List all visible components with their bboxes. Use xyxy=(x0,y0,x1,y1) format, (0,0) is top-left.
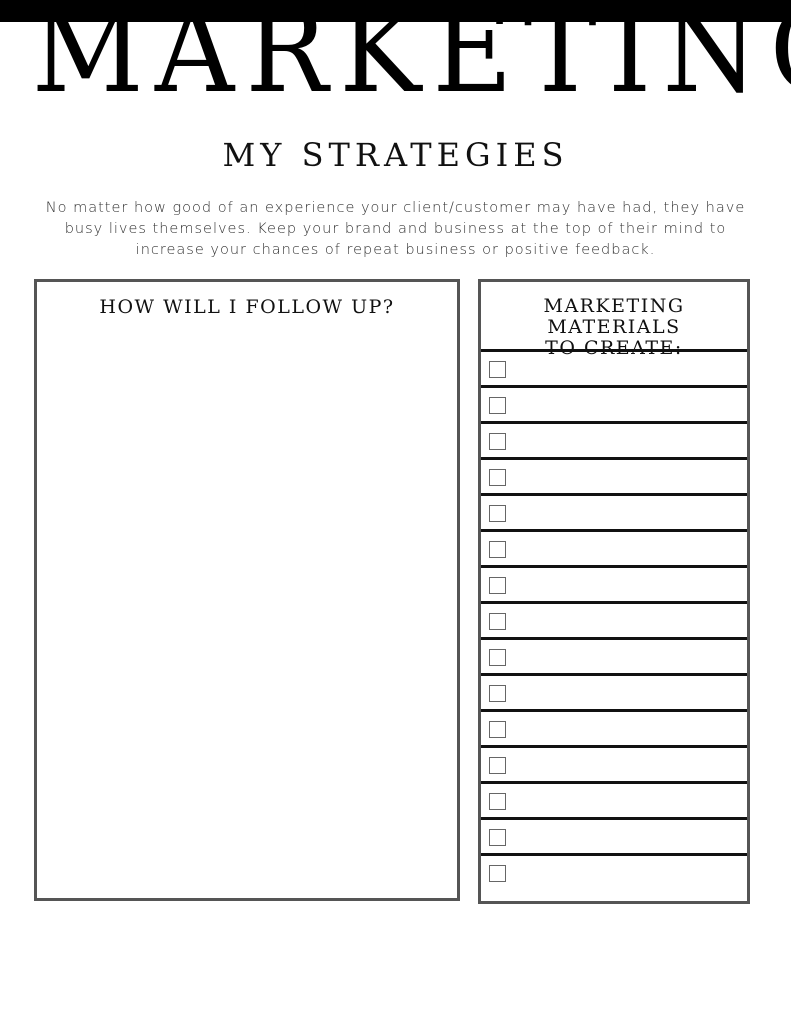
page-title: MARKETING xyxy=(0,0,791,110)
checklist-row[interactable] xyxy=(481,820,747,856)
checkbox[interactable] xyxy=(489,649,506,666)
checkbox[interactable] xyxy=(489,469,506,486)
checkbox[interactable] xyxy=(489,757,506,774)
checklist-row[interactable] xyxy=(481,676,747,712)
page-title-text: MARKETING xyxy=(31,0,791,110)
materials-checklist: MARKETING MATERIALS TO CREATE: xyxy=(478,279,750,904)
checklist-row[interactable] xyxy=(481,568,747,604)
checkbox[interactable] xyxy=(489,361,506,378)
checklist-row[interactable] xyxy=(481,784,747,820)
checklist-row[interactable] xyxy=(481,388,747,424)
checkbox[interactable] xyxy=(489,505,506,522)
page-subtitle: MY STRATEGIES xyxy=(222,136,569,174)
checkbox[interactable] xyxy=(489,829,506,846)
checkbox[interactable] xyxy=(489,541,506,558)
checklist-row[interactable] xyxy=(481,604,747,640)
followup-title: HOW WILL I FOLLOW UP? xyxy=(99,296,395,318)
checkbox[interactable] xyxy=(489,577,506,594)
checkbox[interactable] xyxy=(489,865,506,882)
intro-paragraph: No matter how good of an experience your… xyxy=(45,200,746,258)
checkbox[interactable] xyxy=(489,685,506,702)
checklist-row[interactable] xyxy=(481,460,747,496)
checklist-row[interactable] xyxy=(481,856,747,892)
checkbox[interactable] xyxy=(489,397,506,414)
materials-header: MARKETING MATERIALS TO CREATE: xyxy=(481,282,747,359)
followup-notes-box[interactable]: HOW WILL I FOLLOW UP? xyxy=(34,279,460,901)
checkbox[interactable] xyxy=(489,721,506,738)
materials-title-line1: MARKETING MATERIALS xyxy=(543,295,685,338)
checklist-row[interactable] xyxy=(481,424,747,460)
checklist-row[interactable] xyxy=(481,640,747,676)
checkbox[interactable] xyxy=(489,613,506,630)
checklist-row[interactable] xyxy=(481,748,747,784)
checklist-row[interactable] xyxy=(481,352,747,388)
checklist-row[interactable] xyxy=(481,496,747,532)
checkbox[interactable] xyxy=(489,793,506,810)
checklist-row[interactable] xyxy=(481,532,747,568)
checkbox[interactable] xyxy=(489,433,506,450)
checklist-rows xyxy=(481,352,747,892)
checklist-row[interactable] xyxy=(481,712,747,748)
